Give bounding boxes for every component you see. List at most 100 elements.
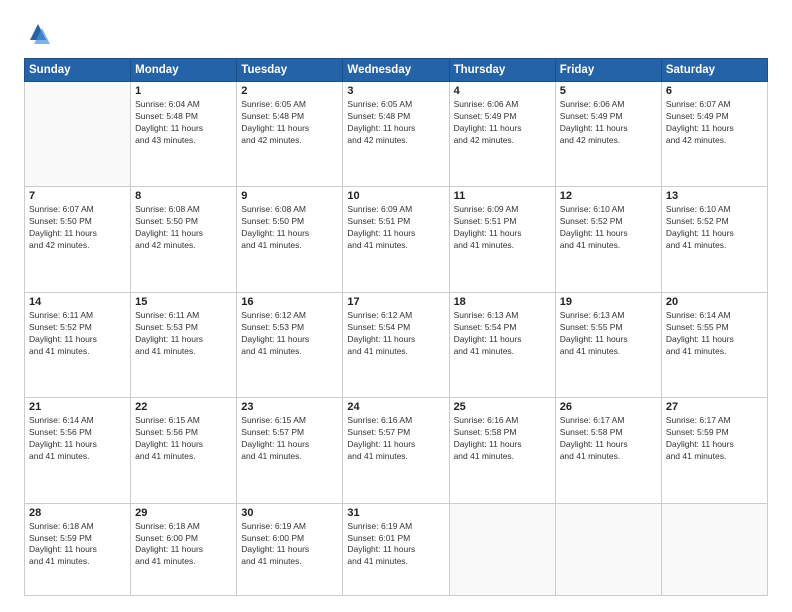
calendar-cell: 23 Sunrise: 6:15 AMSunset: 5:57 PMDayligh… — [237, 398, 343, 503]
day-number: 24 — [347, 401, 444, 413]
day-info: Sunrise: 6:14 AMSunset: 5:56 PMDaylight:… — [29, 415, 126, 463]
day-number: 20 — [666, 296, 763, 308]
calendar-cell: 4 Sunrise: 6:06 AMSunset: 5:49 PMDaylight… — [449, 82, 555, 187]
day-number: 5 — [560, 85, 657, 97]
day-info: Sunrise: 6:14 AMSunset: 5:55 PMDaylight:… — [666, 310, 763, 358]
calendar-cell — [25, 82, 131, 187]
day-number: 12 — [560, 190, 657, 202]
day-info: Sunrise: 6:10 AMSunset: 5:52 PMDaylight:… — [560, 204, 657, 252]
calendar-cell: 9Sunrise: 6:08 AMSunset: 5:50 PMDaylight… — [237, 187, 343, 292]
calendar-cell: 25Sunrise: 6:16 AMSunset: 5:58 PMDayligh… — [449, 398, 555, 503]
calendar-cell: 24 Sunrise: 6:16 AMSunset: 5:57 PMDayligh… — [343, 398, 449, 503]
day-info: Sunrise: 6:07 AMSunset: 5:50 PMDaylight:… — [29, 204, 126, 252]
calendar-cell: 10 Sunrise: 6:09 AMSunset: 5:51 PMDayligh… — [343, 187, 449, 292]
day-info: Sunrise: 6:19 AMSunset: 6:01 PMDaylight:… — [347, 521, 444, 569]
weekday-header-saturday: Saturday — [661, 59, 767, 82]
calendar-cell: 7 Sunrise: 6:07 AMSunset: 5:50 PMDaylight… — [25, 187, 131, 292]
weekday-header-tuesday: Tuesday — [237, 59, 343, 82]
day-number: 19 — [560, 296, 657, 308]
day-number: 22 — [135, 401, 232, 413]
week-row-2: 7 Sunrise: 6:07 AMSunset: 5:50 PMDaylight… — [25, 187, 768, 292]
week-row-4: 21Sunrise: 6:14 AMSunset: 5:56 PMDayligh… — [25, 398, 768, 503]
calendar-table: SundayMondayTuesdayWednesdayThursdayFrid… — [24, 58, 768, 596]
calendar-cell: 22 Sunrise: 6:15 AMSunset: 5:56 PMDayligh… — [131, 398, 237, 503]
weekday-header-friday: Friday — [555, 59, 661, 82]
calendar-cell: 18 Sunrise: 6:13 AMSunset: 5:54 PMDayligh… — [449, 292, 555, 397]
calendar-cell: 27Sunrise: 6:17 AMSunset: 5:59 PMDayligh… — [661, 398, 767, 503]
day-info: Sunrise: 6:05 AMSunset: 5:48 PMDaylight:… — [347, 99, 444, 147]
day-number: 4 — [454, 85, 551, 97]
day-number: 27 — [666, 401, 763, 413]
day-info: Sunrise: 6:09 AMSunset: 5:51 PMDaylight:… — [347, 204, 444, 252]
day-number: 28 — [29, 507, 126, 519]
page: SundayMondayTuesdayWednesdayThursdayFrid… — [0, 0, 792, 612]
calendar-cell: 31 Sunrise: 6:19 AMSunset: 6:01 PMDayligh… — [343, 503, 449, 595]
weekday-header-thursday: Thursday — [449, 59, 555, 82]
day-number: 1 — [135, 85, 232, 97]
day-number: 31 — [347, 507, 444, 519]
day-info: Sunrise: 6:18 AMSunset: 5:59 PMDaylight:… — [29, 521, 126, 569]
day-number: 16 — [241, 296, 338, 308]
day-info: Sunrise: 6:17 AMSunset: 5:58 PMDaylight:… — [560, 415, 657, 463]
weekday-header-row: SundayMondayTuesdayWednesdayThursdayFrid… — [25, 59, 768, 82]
calendar-cell: 3 Sunrise: 6:05 AMSunset: 5:48 PMDaylight… — [343, 82, 449, 187]
weekday-header-sunday: Sunday — [25, 59, 131, 82]
day-number: 17 — [347, 296, 444, 308]
calendar-cell: 12 Sunrise: 6:10 AMSunset: 5:52 PMDayligh… — [555, 187, 661, 292]
day-info: Sunrise: 6:05 AMSunset: 5:48 PMDaylight:… — [241, 99, 338, 147]
week-row-1: 1Sunrise: 6:04 AMSunset: 5:48 PMDaylight… — [25, 82, 768, 187]
day-number: 13 — [666, 190, 763, 202]
calendar-cell: 13 Sunrise: 6:10 AMSunset: 5:52 PMDayligh… — [661, 187, 767, 292]
day-info: Sunrise: 6:19 AMSunset: 6:00 PMDaylight:… — [241, 521, 338, 569]
day-info: Sunrise: 6:07 AMSunset: 5:49 PMDaylight:… — [666, 99, 763, 147]
calendar-cell: 14Sunrise: 6:11 AMSunset: 5:52 PMDayligh… — [25, 292, 131, 397]
day-info: Sunrise: 6:16 AMSunset: 5:57 PMDaylight:… — [347, 415, 444, 463]
calendar-cell: 21Sunrise: 6:14 AMSunset: 5:56 PMDayligh… — [25, 398, 131, 503]
day-info: Sunrise: 6:11 AMSunset: 5:53 PMDaylight:… — [135, 310, 232, 358]
calendar-cell — [661, 503, 767, 595]
calendar-cell: 5 Sunrise: 6:06 AMSunset: 5:49 PMDaylight… — [555, 82, 661, 187]
day-number: 7 — [29, 190, 126, 202]
week-row-5: 28 Sunrise: 6:18 AMSunset: 5:59 PMDayligh… — [25, 503, 768, 595]
day-number: 8 — [135, 190, 232, 202]
day-info: Sunrise: 6:10 AMSunset: 5:52 PMDaylight:… — [666, 204, 763, 252]
day-number: 15 — [135, 296, 232, 308]
calendar-cell: 6 Sunrise: 6:07 AMSunset: 5:49 PMDaylight… — [661, 82, 767, 187]
day-number: 18 — [454, 296, 551, 308]
calendar-cell: 28 Sunrise: 6:18 AMSunset: 5:59 PMDayligh… — [25, 503, 131, 595]
day-info: Sunrise: 6:06 AMSunset: 5:49 PMDaylight:… — [560, 99, 657, 147]
calendar-cell: 11 Sunrise: 6:09 AMSunset: 5:51 PMDayligh… — [449, 187, 555, 292]
header — [24, 20, 768, 48]
day-info: Sunrise: 6:09 AMSunset: 5:51 PMDaylight:… — [454, 204, 551, 252]
logo — [24, 20, 56, 48]
day-info: Sunrise: 6:12 AMSunset: 5:54 PMDaylight:… — [347, 310, 444, 358]
day-info: Sunrise: 6:15 AMSunset: 5:57 PMDaylight:… — [241, 415, 338, 463]
day-info: Sunrise: 6:15 AMSunset: 5:56 PMDaylight:… — [135, 415, 232, 463]
day-info: Sunrise: 6:13 AMSunset: 5:55 PMDaylight:… — [560, 310, 657, 358]
day-number: 11 — [454, 190, 551, 202]
day-number: 3 — [347, 85, 444, 97]
day-info: Sunrise: 6:06 AMSunset: 5:49 PMDaylight:… — [454, 99, 551, 147]
calendar-cell — [555, 503, 661, 595]
day-number: 10 — [347, 190, 444, 202]
calendar-cell: 15 Sunrise: 6:11 AMSunset: 5:53 PMDayligh… — [131, 292, 237, 397]
day-number: 2 — [241, 85, 338, 97]
logo-icon — [24, 20, 52, 48]
day-number: 23 — [241, 401, 338, 413]
day-info: Sunrise: 6:08 AMSunset: 5:50 PMDaylight:… — [241, 204, 338, 252]
day-info: Sunrise: 6:16 AMSunset: 5:58 PMDaylight:… — [454, 415, 551, 463]
day-number: 6 — [666, 85, 763, 97]
day-info: Sunrise: 6:11 AMSunset: 5:52 PMDaylight:… — [29, 310, 126, 358]
calendar-cell: 17 Sunrise: 6:12 AMSunset: 5:54 PMDayligh… — [343, 292, 449, 397]
calendar-cell: 29Sunrise: 6:18 AMSunset: 6:00 PMDayligh… — [131, 503, 237, 595]
calendar-cell: 19 Sunrise: 6:13 AMSunset: 5:55 PMDayligh… — [555, 292, 661, 397]
day-info: Sunrise: 6:12 AMSunset: 5:53 PMDaylight:… — [241, 310, 338, 358]
calendar-cell — [449, 503, 555, 595]
calendar-cell: 8Sunrise: 6:08 AMSunset: 5:50 PMDaylight… — [131, 187, 237, 292]
day-info: Sunrise: 6:13 AMSunset: 5:54 PMDaylight:… — [454, 310, 551, 358]
calendar-cell: 20 Sunrise: 6:14 AMSunset: 5:55 PMDayligh… — [661, 292, 767, 397]
calendar-cell: 30 Sunrise: 6:19 AMSunset: 6:00 PMDayligh… — [237, 503, 343, 595]
calendar-cell: 1Sunrise: 6:04 AMSunset: 5:48 PMDaylight… — [131, 82, 237, 187]
day-number: 30 — [241, 507, 338, 519]
day-number: 26 — [560, 401, 657, 413]
